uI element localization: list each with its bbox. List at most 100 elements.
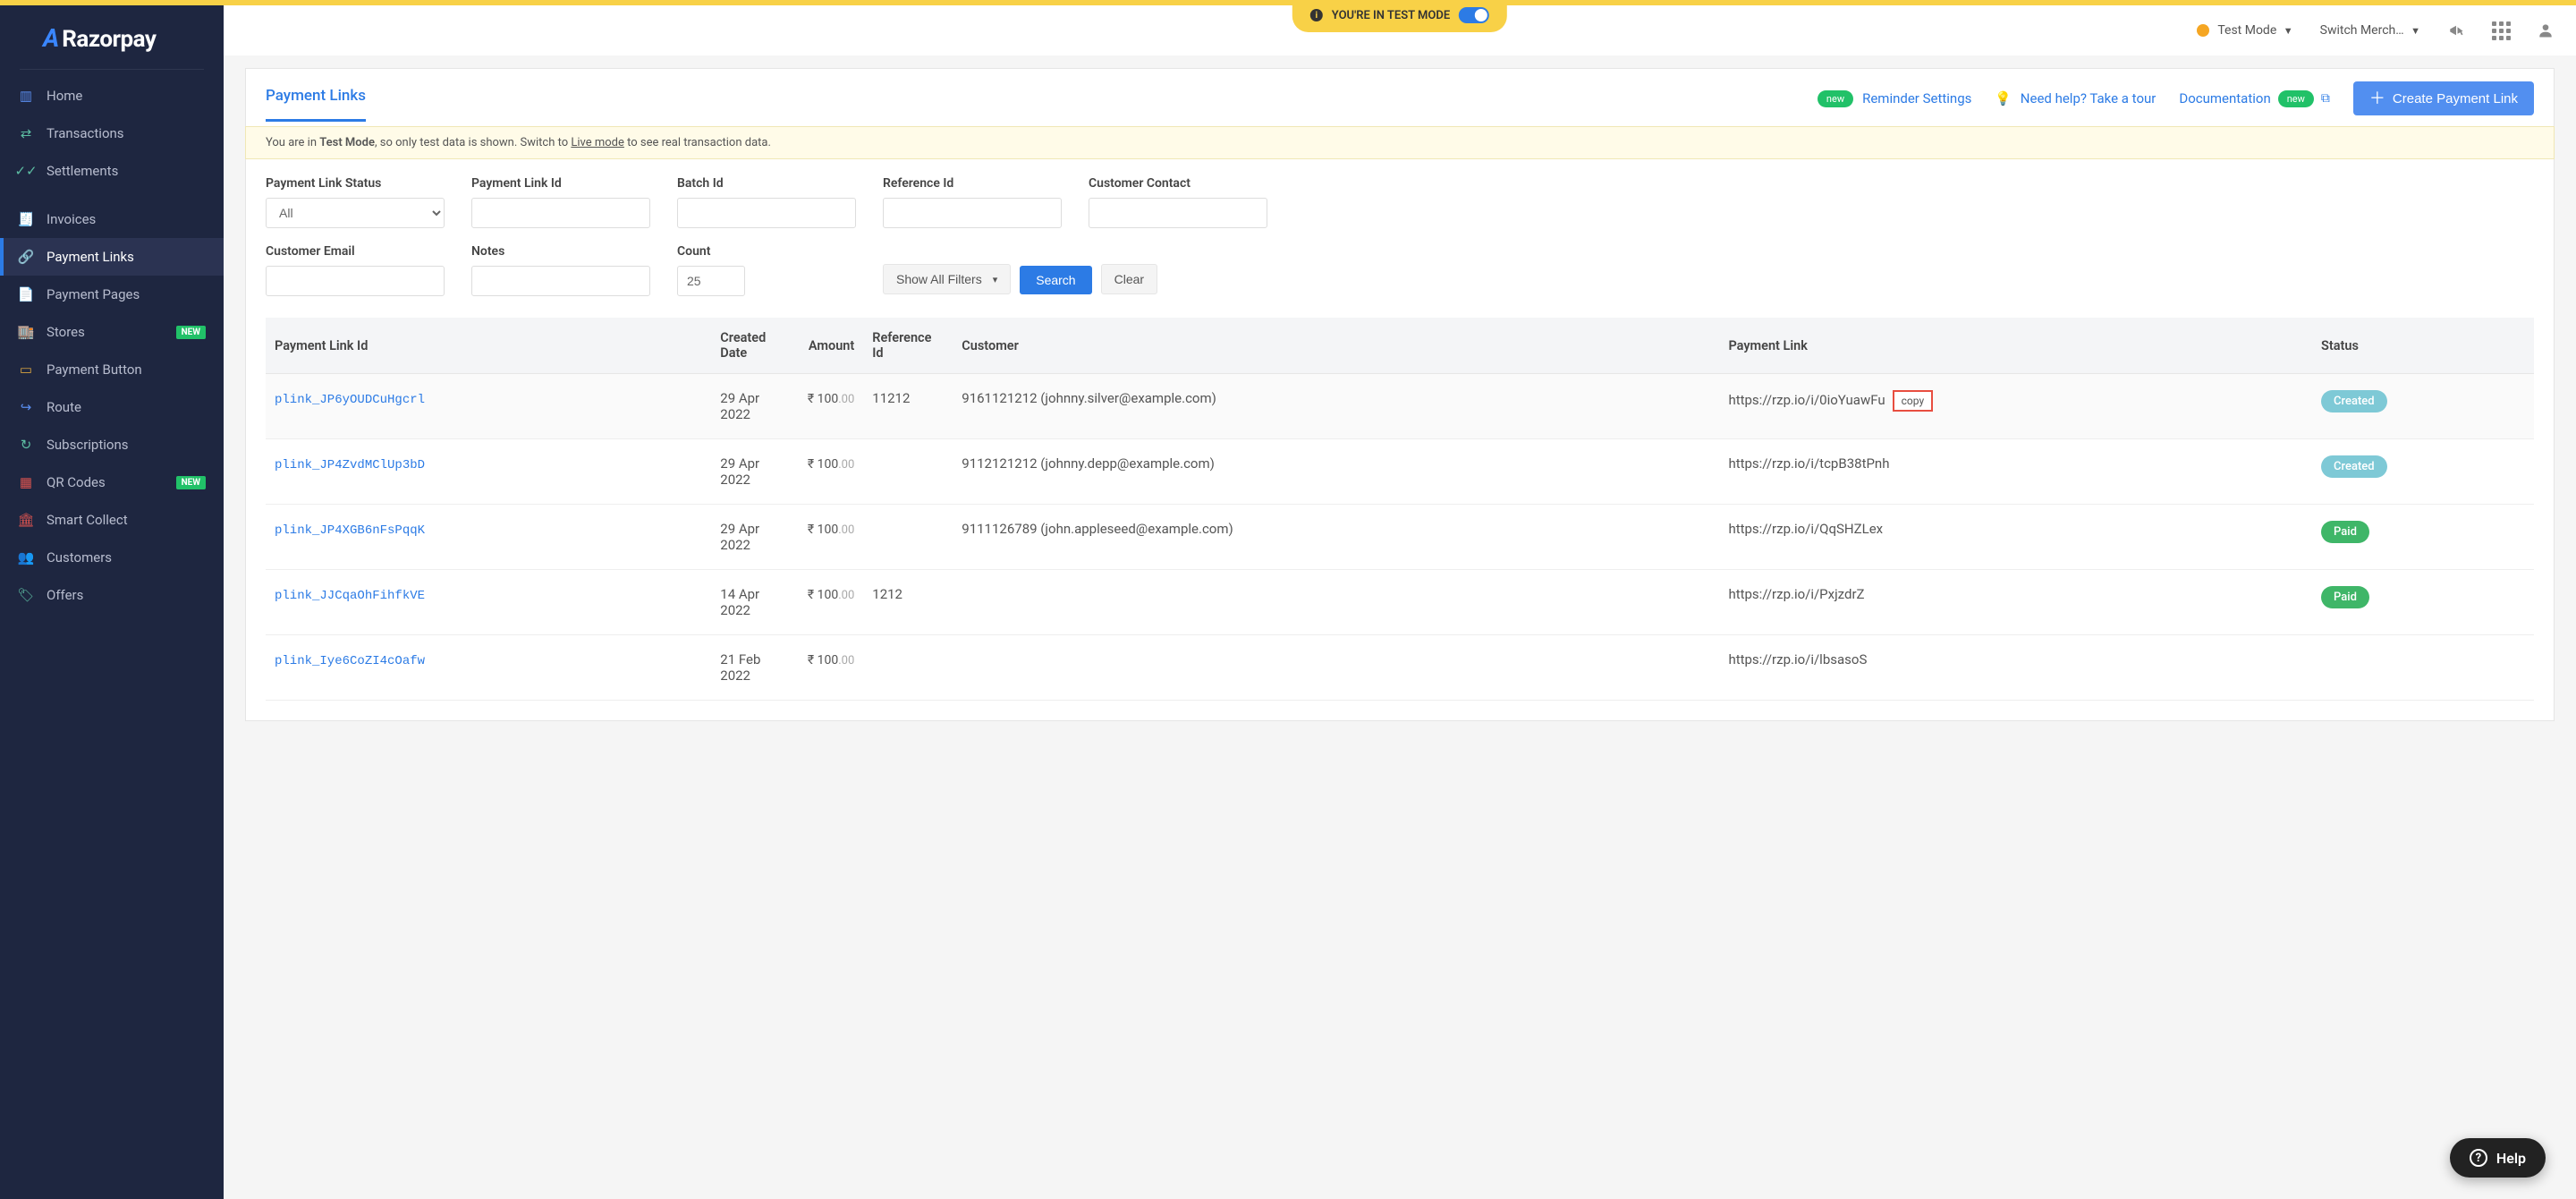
sidebar-item-payment-links[interactable]: 🔗Payment Links <box>0 238 224 276</box>
warn-prefix: You are in <box>266 136 319 149</box>
mode-dropdown[interactable]: Test Mode ▼ <box>2197 23 2292 38</box>
created-date: 14 Apr 2022 <box>711 570 792 635</box>
help-label: Help <box>2496 1150 2526 1167</box>
account-icon[interactable] <box>2537 21 2555 39</box>
people-icon: 👥 <box>18 549 34 565</box>
create-button-label: Create Payment Link <box>2393 91 2518 106</box>
sidebar-item-home[interactable]: ▥Home <box>0 77 224 115</box>
col-status: Status <box>2312 318 2534 374</box>
file-icon: 🧾 <box>18 211 34 227</box>
tag-icon: 🏷 <box>18 587 34 603</box>
announcement-icon[interactable] <box>2447 21 2465 39</box>
amount-cell: ₹ 100.00 <box>792 635 863 701</box>
payment-link-id[interactable]: plink_JJCqaOhFihfkVE <box>275 589 425 603</box>
payment-link-url[interactable]: https://rzp.io/i/tcpB38tPnh <box>1728 455 1889 472</box>
payment-link-url[interactable]: https://rzp.io/i/0ioYuawFu <box>1728 392 1885 408</box>
bank-icon: 🏛 <box>18 512 34 528</box>
documentation-link[interactable]: Documentation <box>2179 90 2270 106</box>
customer-cell: 9112121212 (johnny.depp@example.com) <box>953 439 1719 505</box>
store-icon: 🏬 <box>18 324 34 340</box>
reference-id: 1212 <box>863 570 953 635</box>
help-button[interactable]: ? Help <box>2450 1138 2546 1178</box>
payment-link-url[interactable]: https://rzp.io/i/lbsasoS <box>1728 651 1867 668</box>
status-badge: Paid <box>2321 586 2369 608</box>
filter-contact-input[interactable] <box>1089 198 1267 228</box>
filter-status-select[interactable]: All <box>266 198 445 228</box>
table-row[interactable]: plink_JP4XGB6nFsPqqK29 Apr 2022₹ 100.009… <box>266 505 2534 570</box>
payment-link-id[interactable]: plink_JP4ZvdMClUp3bD <box>275 458 425 472</box>
sidebar-item-stores[interactable]: 🏬StoresNEW <box>0 313 224 351</box>
sidebar-item-customers[interactable]: 👥Customers <box>0 539 224 576</box>
copy-button[interactable]: copy <box>1893 390 1933 412</box>
status-cell: Created <box>2312 439 2534 505</box>
filter-linkid-input[interactable] <box>471 198 650 228</box>
payment-link-url[interactable]: https://rzp.io/i/PxjzdrZ <box>1728 586 1864 602</box>
tab-payment-links[interactable]: Payment Links <box>266 87 366 122</box>
payment-link-cell: https://rzp.io/i/tcpB38tPnh <box>1719 439 2312 505</box>
status-cell: Paid <box>2312 570 2534 635</box>
show-all-label: Show All Filters <box>896 272 982 286</box>
filter-email-input[interactable] <box>266 266 445 296</box>
filter-count-input[interactable] <box>677 266 745 296</box>
reminder-settings-link[interactable]: Reminder Settings <box>1862 90 1971 106</box>
chevron-down-icon: ▼ <box>2411 25 2420 37</box>
sidebar-item-label: Settlements <box>47 163 118 179</box>
sidebar-item-label: Route <box>47 399 81 415</box>
sidebar-item-route[interactable]: ↪Route <box>0 388 224 426</box>
payment-link-id[interactable]: plink_JP4XGB6nFsPqqK <box>275 523 425 538</box>
info-icon: i <box>1310 9 1323 21</box>
payment-link-id[interactable]: plink_JP6yOUDCuHgcrl <box>275 393 425 407</box>
apps-icon[interactable] <box>2492 21 2510 39</box>
qr-icon: ▦ <box>18 474 34 490</box>
filter-ref-input[interactable] <box>883 198 1062 228</box>
external-link-icon[interactable]: ⧉ <box>2321 91 2330 106</box>
customer-cell: 9161121212 (johnny.silver@example.com) <box>953 374 1719 439</box>
warn-dot-icon <box>2197 24 2209 37</box>
filter-batch-input[interactable] <box>677 198 856 228</box>
logo-text: Razorpay <box>62 26 156 53</box>
mode-label: Test Mode <box>2217 23 2276 38</box>
sidebar-item-payment-pages[interactable]: 📄Payment Pages <box>0 276 224 313</box>
switch-merchant-dropdown[interactable]: Switch Merch… ▼ <box>2320 23 2420 38</box>
warn-suffix: to see real transaction data. <box>624 136 771 149</box>
payment-link-id[interactable]: plink_Iye6CoZI4cOafw <box>275 654 425 668</box>
search-button[interactable]: Search <box>1020 266 1091 294</box>
sidebar-item-label: Stores <box>47 324 85 340</box>
test-mode-toggle[interactable] <box>1459 7 1489 23</box>
status-badge: Paid <box>2321 521 2369 543</box>
amount-cell: ₹ 100.00 <box>792 505 863 570</box>
create-payment-link-button[interactable]: ＋ Create Payment Link <box>2353 81 2534 115</box>
payment-link-cell: https://rzp.io/i/lbsasoS <box>1719 635 2312 701</box>
table-row[interactable]: plink_JP6yOUDCuHgcrl29 Apr 2022₹ 100.001… <box>266 374 2534 439</box>
table-row[interactable]: plink_JJCqaOhFihfkVE14 Apr 2022₹ 100.001… <box>266 570 2534 635</box>
sidebar-item-qr-codes[interactable]: ▦QR CodesNEW <box>0 463 224 501</box>
sidebar-item-subscriptions[interactable]: ↻Subscriptions <box>0 426 224 463</box>
filter-notes-input[interactable] <box>471 266 650 296</box>
col-amount: Amount <box>792 318 863 374</box>
sidebar-item-payment-button[interactable]: ▭Payment Button <box>0 351 224 388</box>
table-row[interactable]: plink_JP4ZvdMClUp3bD29 Apr 2022₹ 100.009… <box>266 439 2534 505</box>
status-cell: Created <box>2312 374 2534 439</box>
live-mode-link[interactable]: Live mode <box>571 136 624 149</box>
show-all-filters-button[interactable]: Show All Filters ▾ <box>883 264 1011 294</box>
filter-batch-label: Batch Id <box>677 176 856 191</box>
help-tour-link[interactable]: 💡 Need help? Take a tour <box>1995 90 2156 106</box>
button-icon: ▭ <box>18 361 34 378</box>
sidebar-item-label: Offers <box>47 587 83 603</box>
filter-notes-label: Notes <box>471 244 650 259</box>
col-link: Payment Link <box>1719 318 2312 374</box>
sidebar-item-transactions[interactable]: ⇄Transactions <box>0 115 224 152</box>
reference-id <box>863 439 953 505</box>
payment-link-url[interactable]: https://rzp.io/i/QqSHZLex <box>1728 521 1883 537</box>
clear-button[interactable]: Clear <box>1101 264 1157 294</box>
logo-mark-icon: A <box>43 23 59 53</box>
sidebar-item-invoices[interactable]: 🧾Invoices <box>0 200 224 238</box>
sidebar-item-settlements[interactable]: ✓✓Settlements <box>0 152 224 190</box>
sidebar-item-smart-collect[interactable]: 🏛Smart Collect <box>0 501 224 539</box>
status-badge: Created <box>2321 455 2387 478</box>
sidebar: A Razorpay ▥Home⇄Transactions✓✓Settlemen… <box>0 0 224 1199</box>
help-tour-text: Need help? Take a tour <box>2021 90 2157 106</box>
sidebar-item-label: QR Codes <box>47 474 106 490</box>
sidebar-item-offers[interactable]: 🏷 Offers <box>0 576 224 614</box>
table-row[interactable]: plink_Iye6CoZI4cOafw21 Feb 2022₹ 100.00h… <box>266 635 2534 701</box>
